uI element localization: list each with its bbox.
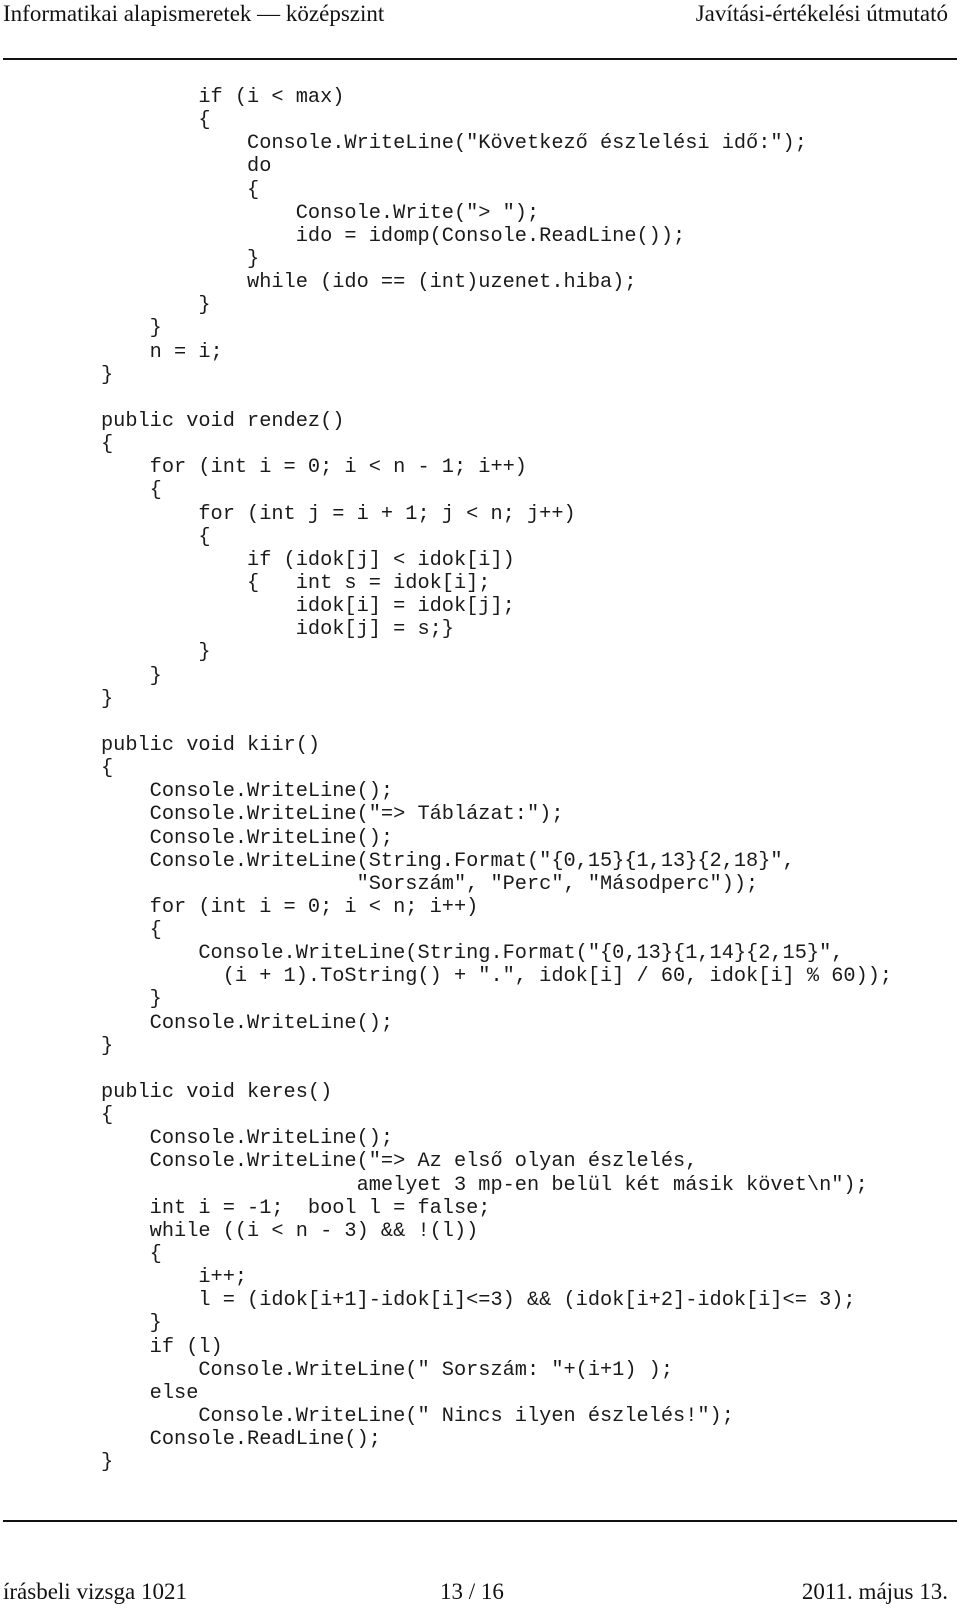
code-line: if (i < max): [101, 86, 345, 109]
code-line: Console.WriteLine("Következő észlelési i…: [101, 132, 807, 156]
code-line: }: [101, 363, 114, 387]
code-line: public void kiir(): [101, 733, 321, 757]
header-divider: [3, 58, 957, 60]
code-line: }: [101, 641, 211, 665]
code-line: }: [101, 988, 162, 1012]
code-line: }: [101, 1312, 162, 1336]
page-header: Informatikai alapismeretek — középszint …: [0, 0, 960, 62]
code-line: if (l): [101, 1335, 223, 1359]
code-line: (i + 1).ToString() + ".", idok[i] / 60, …: [101, 965, 893, 989]
code-line: Console.WriteLine(String.Format("{0,15}{…: [101, 849, 795, 873]
page-footer: írásbeli vizsga 1021 13 / 16 2011. május…: [0, 1578, 960, 1608]
code-line: for (int i = 0; i < n - 1; i++): [101, 456, 527, 480]
code-line: Console.WriteLine(" Sorszám: "+(i+1) );: [101, 1358, 674, 1382]
code-line: public void rendez(): [101, 409, 345, 433]
footer-exam-id: írásbeli vizsga 1021: [3, 1579, 187, 1604]
code-line: {: [101, 433, 114, 457]
page-number: 13 / 16: [440, 1579, 504, 1604]
code-line: { int s = idok[i];: [101, 571, 491, 595]
code-line: {: [101, 178, 260, 202]
code-line: idok[j] = s;}: [101, 618, 454, 642]
code-line: amelyet 3 mp-en belül két másik követ\n"…: [101, 1173, 868, 1197]
code-line: int i = -1; bool l = false;: [101, 1196, 491, 1220]
code-line: do: [101, 155, 272, 179]
header-document-type: Javítási-értékelési útmutató: [695, 1, 948, 26]
code-line: Console.WriteLine();: [101, 1011, 394, 1035]
code-line: ido = idomp(Console.ReadLine());: [101, 224, 686, 248]
code-line: n = i;: [101, 340, 223, 364]
code-line: while ((i < n - 3) && !(l)): [101, 1219, 479, 1243]
code-line: }: [101, 247, 260, 271]
footer-date: 2011. május 13.: [801, 1579, 948, 1604]
code-line: Console.WriteLine(String.Format("{0,13}{…: [101, 942, 844, 966]
header-subject: Informatikai alapismeretek — középszint: [3, 1, 385, 26]
code-line: {: [101, 1243, 162, 1267]
code-line: Console.WriteLine();: [101, 826, 394, 850]
code-line: {: [101, 525, 211, 549]
code-line: i++;: [101, 1266, 248, 1290]
code-line: Console.WriteLine("=> Táblázat:");: [101, 803, 564, 827]
code-listing: if (i < max) { Console.WriteLine("Követk…: [101, 86, 892, 1474]
code-line: {: [101, 919, 162, 943]
code-line: }: [101, 294, 211, 318]
code-line: {: [101, 109, 211, 133]
footer-divider: [3, 1520, 957, 1522]
code-line: Console.ReadLine();: [101, 1428, 381, 1452]
code-line: }: [101, 664, 162, 688]
code-line: while (ido == (int)uzenet.hiba);: [101, 271, 637, 295]
code-line: Console.WriteLine();: [101, 780, 394, 804]
code-line: }: [101, 1034, 114, 1058]
code-line: for (int i = 0; i < n; i++): [101, 895, 479, 919]
code-line: Console.WriteLine(" Nincs ilyen észlelés…: [101, 1405, 734, 1429]
code-line: {: [101, 479, 162, 503]
code-line: else: [101, 1381, 199, 1405]
code-line: public void keres(): [101, 1081, 333, 1105]
code-line: Console.WriteLine();: [101, 1127, 394, 1151]
code-line: for (int j = i + 1; j < n; j++): [101, 502, 576, 526]
code-line: }: [101, 317, 162, 341]
code-line: Console.WriteLine("=> Az első olyan észl…: [101, 1150, 698, 1174]
code-line: if (idok[j] < idok[i]): [101, 548, 515, 572]
code-line: "Sorszám", "Perc", "Másodperc"));: [101, 872, 759, 896]
code-line: }: [101, 1451, 114, 1475]
code-line: Console.Write("> ");: [101, 201, 540, 225]
code-line: {: [101, 1104, 114, 1128]
code-line: idok[i] = idok[j];: [101, 595, 515, 619]
code-line: l = (idok[i+1]-idok[i]<=3) && (idok[i+2]…: [101, 1289, 856, 1313]
code-line: }: [101, 687, 114, 711]
code-line: {: [101, 757, 114, 781]
